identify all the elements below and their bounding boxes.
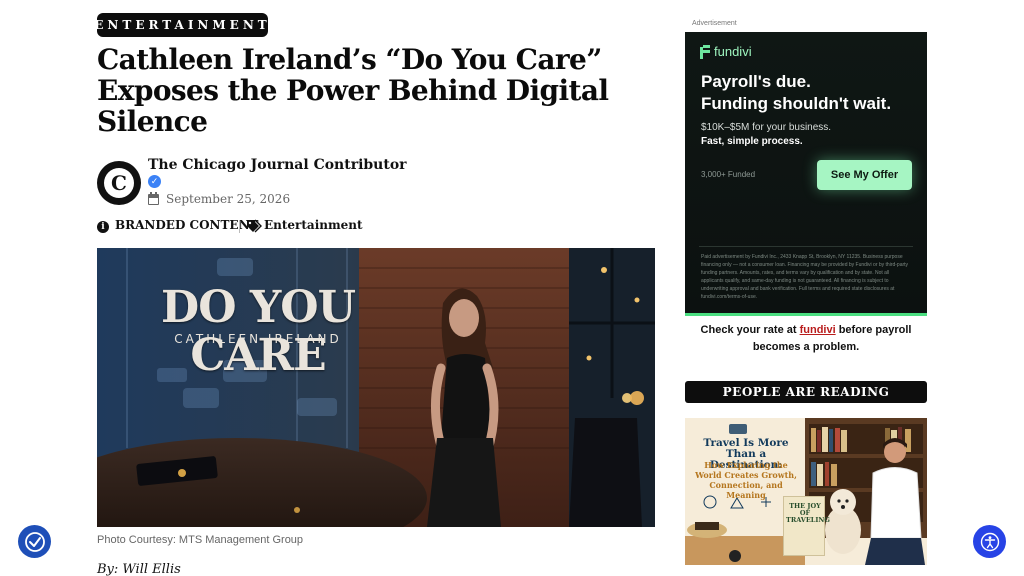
meta-divider xyxy=(239,220,240,233)
fundivi-link[interactable]: fundivi xyxy=(800,324,836,336)
tag-link-entertainment[interactable]: Entertainment xyxy=(264,218,363,232)
ad-fine-print: Paid advertisement by Fundivi Inc., 2433… xyxy=(701,254,909,300)
branded-content-label: BRANDED CONTENT xyxy=(115,218,259,232)
author-name[interactable]: The Chicago Journal Contributor xyxy=(148,157,407,173)
author-avatar[interactable]: C xyxy=(97,161,141,205)
advertisement-card[interactable]: fundivi Payroll's due. Funding shouldn't… xyxy=(685,32,927,316)
tag-icon xyxy=(247,219,262,233)
hero-subtitle: CATHLEEN IRELAND xyxy=(174,332,342,346)
ad-process-text: Fast, simple process. xyxy=(701,136,803,147)
accessibility-person-icon xyxy=(980,532,999,551)
promo-subtitle: How Exploring the World Creates Growth, … xyxy=(695,460,797,500)
see-my-offer-button[interactable]: See My Offer xyxy=(817,160,912,190)
people-are-reading-card[interactable]: Travel Is More Than a Destination: How E… xyxy=(685,418,927,565)
ad-headline-line2: Funding shouldn't wait. xyxy=(701,94,892,113)
verified-badge-icon: ✓ xyxy=(148,175,161,188)
ad-note: Check your rate at fundivi before payrol… xyxy=(685,322,927,356)
photo-caption: Photo Courtesy: MTS Management Group xyxy=(97,534,304,546)
accessibility-icon xyxy=(24,531,45,552)
accessibility-menu-button[interactable] xyxy=(973,525,1006,558)
info-icon: i xyxy=(97,221,109,233)
article-headline: Cathleen Ireland’s “Do You Care” Exposes… xyxy=(97,43,609,138)
calendar-icon xyxy=(148,192,159,205)
ad-headline: Payroll's due. Funding shouldn't wait. xyxy=(701,71,921,115)
author-avatar-initial: C xyxy=(104,168,134,198)
hero-image: DO YOU CARE CATHLEEN IRELAND xyxy=(97,248,655,527)
promo-book-cover: THE JOY OF TRAVELING xyxy=(783,496,830,556)
advertisement-label: Advertisement xyxy=(692,20,737,27)
byline: By: Will Ellis xyxy=(97,562,181,576)
people-are-reading-header: PEOPLE ARE READING xyxy=(685,381,927,403)
ad-brand-name: fundivi xyxy=(714,44,752,59)
ad-divider xyxy=(699,246,913,247)
publish-date: September 25, 2026 xyxy=(166,192,291,206)
promo-book-title: THE JOY OF TRAVELING xyxy=(786,502,830,524)
ad-funding-range: $10K–$5M for your business. xyxy=(701,122,832,133)
ad-note-prefix: Check your rate at xyxy=(700,324,800,336)
category-badge[interactable]: ENTERTAINMENT xyxy=(94,13,268,37)
accessibility-widget-button[interactable] xyxy=(18,525,51,558)
fundivi-logo-icon xyxy=(700,44,710,59)
ad-headline-line1: Payroll's due. xyxy=(701,72,811,91)
ad-funded-count: 3,000+ Funded xyxy=(701,170,756,179)
ad-brand-logo: fundivi xyxy=(700,44,752,59)
